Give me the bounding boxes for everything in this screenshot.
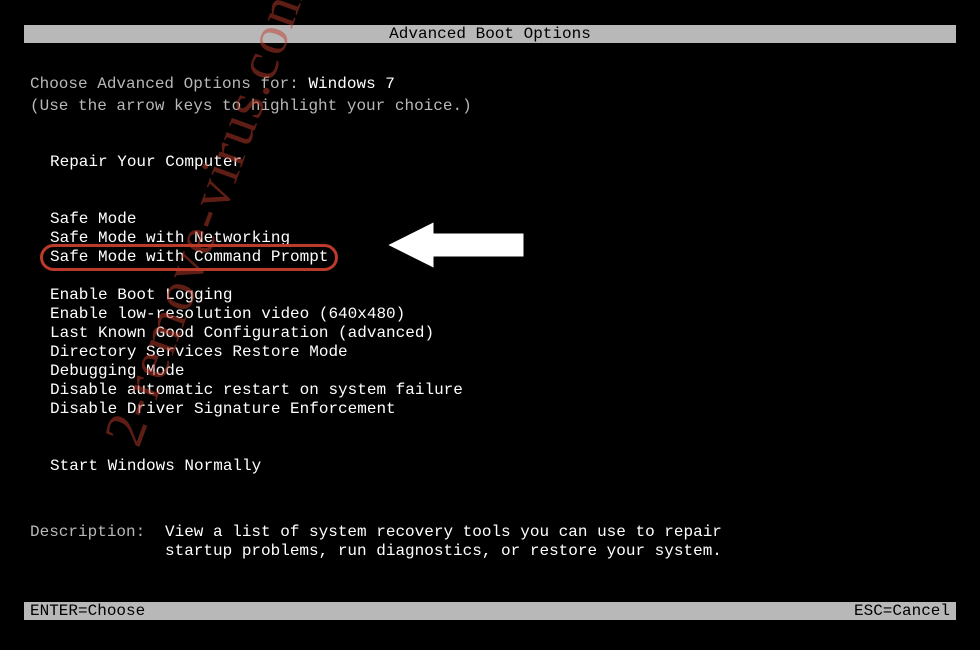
footer-bar: ENTER=Choose ESC=Cancel bbox=[24, 602, 956, 620]
description-label: Description: bbox=[30, 523, 165, 541]
option-lowres[interactable]: Enable low-resolution video (640x480) bbox=[50, 305, 950, 324]
option-lkgc[interactable]: Last Known Good Configuration (advanced) bbox=[50, 324, 950, 343]
description-block: Description: View a list of system recov… bbox=[30, 523, 725, 561]
option-repair[interactable]: Repair Your Computer bbox=[50, 153, 950, 172]
option-no-drvsig[interactable]: Disable Driver Signature Enforcement bbox=[50, 400, 950, 419]
os-name: Windows 7 bbox=[308, 75, 394, 93]
option-boot-logging[interactable]: Enable Boot Logging bbox=[50, 286, 950, 305]
option-no-restart[interactable]: Disable automatic restart on system fail… bbox=[50, 381, 950, 400]
title-bar: Advanced Boot Options bbox=[24, 25, 956, 43]
options-list: Repair Your Computer Safe Mode Safe Mode… bbox=[30, 153, 950, 476]
content-area: Choose Advanced Options for: Windows 7 (… bbox=[30, 75, 950, 476]
footer-enter: ENTER=Choose bbox=[30, 602, 145, 620]
page-title: Advanced Boot Options bbox=[389, 25, 591, 43]
description-text: View a list of system recovery tools you… bbox=[165, 523, 725, 561]
prompt-line: Choose Advanced Options for: Windows 7 bbox=[30, 75, 950, 93]
option-dsrm[interactable]: Directory Services Restore Mode bbox=[50, 343, 950, 362]
option-safe-mode-cmd-label: Safe Mode with Command Prompt bbox=[50, 248, 328, 266]
footer-esc: ESC=Cancel bbox=[854, 602, 950, 620]
hint-text: (Use the arrow keys to highlight your ch… bbox=[30, 97, 950, 115]
option-debug[interactable]: Debugging Mode bbox=[50, 362, 950, 381]
option-safe-mode[interactable]: Safe Mode bbox=[50, 210, 950, 229]
prompt-label: Choose Advanced Options for: bbox=[30, 75, 308, 93]
option-start-normally[interactable]: Start Windows Normally bbox=[50, 457, 950, 476]
option-safe-mode-cmd[interactable]: Safe Mode with Command Prompt bbox=[50, 248, 328, 267]
option-safe-mode-networking[interactable]: Safe Mode with Networking bbox=[50, 229, 950, 248]
